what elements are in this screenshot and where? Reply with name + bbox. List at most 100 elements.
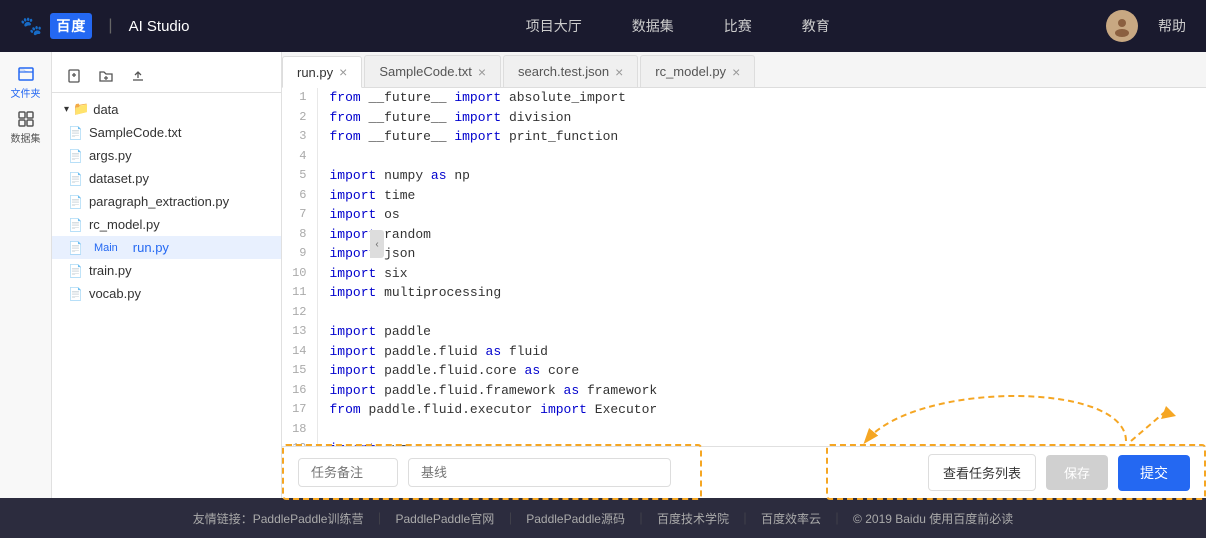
footer-prefix: 友情链接： <box>193 510 253 527</box>
folder-data[interactable]: ▾ 📁 data <box>52 97 281 121</box>
main-badge: Main <box>89 241 123 255</box>
footer-link-academy[interactable]: 百度技术学院 <box>657 510 729 527</box>
file-icon: 📄 <box>68 172 83 186</box>
folder-icon: 📁 <box>73 101 89 117</box>
footer-separator: ｜ <box>504 510 516 527</box>
footer-link-paddlesrc[interactable]: PaddlePaddle源码 <box>526 510 625 527</box>
file-name: rc_model.py <box>89 217 160 232</box>
table-row: 8import random <box>282 225 1206 245</box>
nav-competition[interactable]: 比赛 <box>724 16 752 36</box>
file-icon: 📄 <box>68 287 83 301</box>
list-item[interactable]: 📄 SampleCode.txt <box>52 121 281 144</box>
task-note-input[interactable] <box>298 458 398 487</box>
header: 🐾 百度 | AI Studio 项目大厅 数据集 比赛 教育 帮助 <box>0 0 1206 52</box>
help-link[interactable]: 帮助 <box>1158 16 1186 36</box>
list-item[interactable]: 📄 train.py <box>52 259 281 282</box>
tab-label: SampleCode.txt <box>379 64 472 79</box>
file-icon: 📄 <box>68 241 83 255</box>
baidu-paw-icon: 🐾 <box>20 16 42 37</box>
file-name: run.py <box>133 240 169 255</box>
submit-button[interactable]: 提交 <box>1118 455 1190 491</box>
tab-search-test[interactable]: search.test.json × <box>503 55 638 87</box>
baidu-text: 百度 <box>50 13 92 39</box>
sidebar-item-files[interactable]: 文件夹 <box>6 62 46 102</box>
tab-rc-model[interactable]: rc_model.py × <box>640 55 755 87</box>
footer-link-cloud[interactable]: 百度效率云 <box>761 510 821 527</box>
footer-copyright: © 2019 Baidu 使用百度前必读 <box>853 510 1013 527</box>
new-file-btn[interactable] <box>64 66 84 86</box>
sidebar-item-datasets[interactable]: 数据集 <box>6 107 46 147</box>
table-row: 6import time <box>282 186 1206 206</box>
tab-samplecode[interactable]: SampleCode.txt × <box>364 55 501 87</box>
header-right: 帮助 <box>1106 10 1186 42</box>
table-row: 13import paddle <box>282 322 1206 342</box>
file-tree-toolbar <box>52 60 281 93</box>
sidebar-icons: 文件夹 数据集 <box>0 52 52 498</box>
new-folder-btn[interactable] <box>96 66 116 86</box>
tab-label: rc_model.py <box>655 64 726 79</box>
logo: 🐾 百度 | AI Studio <box>20 13 189 39</box>
upload-btn[interactable] <box>128 66 148 86</box>
nav-projects[interactable]: 项目大厅 <box>526 16 582 36</box>
file-tree: ▾ 📁 data 📄 SampleCode.txt 📄 args.py 📄 da… <box>52 52 282 498</box>
sidebar-files-label: 文件夹 <box>11 85 41 100</box>
table-row: 16import paddle.fluid.framework as frame… <box>282 381 1206 401</box>
file-name: args.py <box>89 148 132 163</box>
tab-close-icon[interactable]: × <box>732 65 740 79</box>
code-table: 1from __future__ import absolute_import … <box>282 88 1206 446</box>
file-name: dataset.py <box>89 171 149 186</box>
footer: 友情链接： PaddlePaddle训练营 ｜ PaddlePaddle官网 ｜… <box>0 498 1206 538</box>
table-row: 11import multiprocessing <box>282 283 1206 303</box>
file-icon: 📄 <box>68 218 83 232</box>
footer-link-paddlehome[interactable]: PaddlePaddle官网 <box>395 510 494 527</box>
table-row: 3from __future__ import print_function <box>282 127 1206 147</box>
avatar[interactable] <box>1106 10 1138 42</box>
collapse-arrow[interactable]: ‹ <box>370 230 384 258</box>
tab-close-icon[interactable]: × <box>478 65 486 79</box>
studio-text: AI Studio <box>129 18 190 35</box>
list-item[interactable]: 📄 dataset.py <box>52 167 281 190</box>
table-row: 4 <box>282 147 1206 167</box>
file-icon: 📄 <box>68 264 83 278</box>
footer-link-paddlecamp[interactable]: PaddlePaddle训练营 <box>253 510 364 527</box>
logo-divider: | <box>108 17 112 35</box>
tab-run-py[interactable]: run.py × <box>282 56 362 88</box>
list-item[interactable]: 📄 paragraph_extraction.py <box>52 190 281 213</box>
editor-wrapper: run.py × SampleCode.txt × search.test.js… <box>282 52 1206 498</box>
file-name: SampleCode.txt <box>89 125 182 140</box>
save-button[interactable]: 保存 <box>1046 455 1108 490</box>
file-icon: 📄 <box>68 126 83 140</box>
tab-close-icon[interactable]: × <box>615 65 623 79</box>
table-row: 15import paddle.fluid.core as core <box>282 361 1206 381</box>
footer-separator: ｜ <box>739 510 751 527</box>
table-row: 2from __future__ import division <box>282 108 1206 128</box>
table-row: 10import six <box>282 264 1206 284</box>
file-name: vocab.py <box>89 286 141 301</box>
list-item[interactable]: 📄 rc_model.py <box>52 213 281 236</box>
table-row: 19import sys <box>282 439 1206 446</box>
file-name: train.py <box>89 263 132 278</box>
nav-education[interactable]: 教育 <box>802 16 830 36</box>
tab-close-icon[interactable]: × <box>339 65 347 79</box>
main-area: 文件夹 数据集 ▾ 📁 data <box>0 52 1206 498</box>
list-item[interactable]: 📄 args.py <box>52 144 281 167</box>
tab-label: run.py <box>297 65 333 80</box>
table-row: 14import paddle.fluid as fluid <box>282 342 1206 362</box>
table-row: 5import numpy as np <box>282 166 1206 186</box>
tab-label: search.test.json <box>518 64 609 79</box>
task-list-button[interactable]: 查看任务列表 <box>928 454 1036 491</box>
footer-separator: ｜ <box>831 510 843 527</box>
file-icon: 📄 <box>68 149 83 163</box>
baseline-input[interactable] <box>408 458 671 487</box>
table-row: 17from paddle.fluid.executor import Exec… <box>282 400 1206 420</box>
table-row: 7import os <box>282 205 1206 225</box>
chevron-down-icon: ▾ <box>64 104 69 115</box>
code-editor[interactable]: 1from __future__ import absolute_import … <box>282 88 1206 446</box>
nav-datasets[interactable]: 数据集 <box>632 16 674 36</box>
list-item[interactable]: 📄 Main run.py <box>52 236 281 259</box>
bottom-toolbar: 查看任务列表 保存 提交 <box>282 446 1206 498</box>
list-item[interactable]: 📄 vocab.py <box>52 282 281 305</box>
file-icon: 📄 <box>68 195 83 209</box>
table-row: 9import json <box>282 244 1206 264</box>
main-nav: 项目大厅 数据集 比赛 教育 <box>249 16 1106 36</box>
